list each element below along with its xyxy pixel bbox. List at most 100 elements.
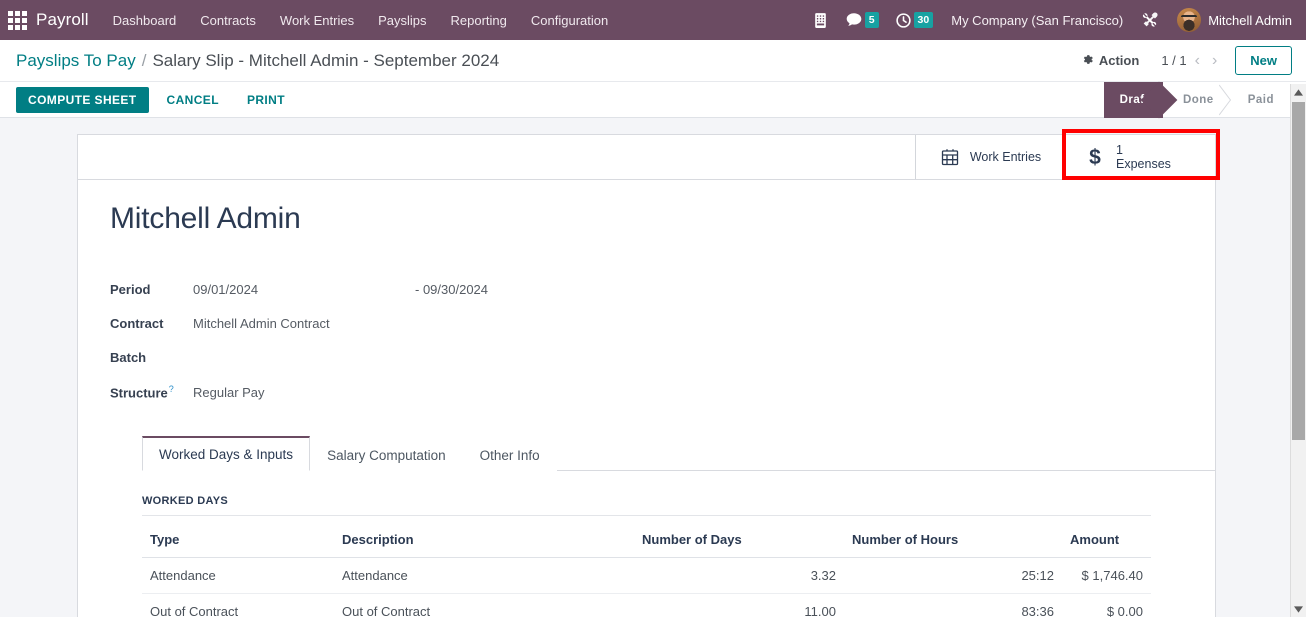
cell-amount: $ 0.00 [1062, 593, 1151, 617]
notebook: Worked Days & Inputs Salary Computation … [110, 436, 1215, 617]
messages-count-badge: 5 [864, 12, 879, 28]
cell-type: Attendance [142, 557, 334, 594]
user-avatar [1177, 8, 1202, 32]
cell-amount: $ 1,746.40 [1062, 557, 1151, 594]
column-header-number-of-days: Number of Days [634, 516, 844, 558]
worked-days-table-body: Attendance Attendance 3.32 25:12 $ 1,746… [142, 557, 1151, 617]
stage-draft[interactable]: Draft [1103, 81, 1163, 118]
top-navbar: Payroll Dashboard Contracts Work Entries… [0, 0, 1306, 40]
navbar-right-tools: 5 30 My Company (San Francisco) Mitchell… [805, 0, 1296, 40]
breadcrumb-current-record: Salary Slip - Mitchell Admin - September… [152, 50, 500, 70]
notebook-tabs: Worked Days & Inputs Salary Computation … [142, 436, 1215, 471]
tools-icon[interactable] [1134, 0, 1167, 40]
cell-number-of-hours: 83:36 [844, 593, 1062, 617]
field-batch-label: Batch [110, 350, 147, 365]
main-menu: Dashboard Contracts Work Entries Payslip… [101, 0, 621, 40]
chevron-right-icon[interactable]: › [1208, 52, 1221, 69]
scrollbar-thumb[interactable] [1292, 102, 1305, 440]
telephone-icon[interactable] [805, 0, 836, 40]
print-button[interactable]: Print [237, 87, 295, 113]
column-header-number-of-hours: Number of Hours [844, 516, 1062, 558]
stage-paid[interactable]: Paid [1228, 82, 1288, 118]
menu-item-work-entries[interactable]: Work Entries [268, 0, 366, 40]
cell-number-of-hours: 25:12 [844, 557, 1062, 594]
field-period-label: Period [110, 282, 151, 297]
compute-sheet-button[interactable]: Compute Sheet [16, 86, 149, 113]
new-record-button[interactable]: New [1235, 46, 1292, 75]
page-title: Mitchell Admin [110, 202, 301, 235]
smart-button-expenses-text: 1 Expenses [1116, 143, 1171, 172]
field-structure: Structure? Regular Pay [110, 384, 1183, 404]
smart-button-expenses[interactable]: $ 1 Expenses [1065, 135, 1215, 179]
sheet-wrapper: Work Entries $ 1 Expenses Mitchell Admin… [0, 118, 1290, 617]
menu-item-dashboard[interactable]: Dashboard [101, 0, 189, 40]
field-period-date-to[interactable]: - 09/30/2024 [415, 282, 488, 297]
tab-salary-computation[interactable]: Salary Computation [310, 438, 463, 471]
notebook-page-worked-days: Worked Days Type Description Number of D… [142, 471, 1183, 617]
user-menu[interactable]: Mitchell Admin [1169, 8, 1296, 32]
record-pager: 1 / 1 ‹ › [1161, 52, 1221, 69]
form-body: Mitchell Admin Period 09/01/2024 - 09/30… [78, 180, 1215, 617]
menu-item-configuration[interactable]: Configuration [519, 0, 620, 40]
activities-clock-icon[interactable]: 30 [888, 0, 941, 40]
statusbar-stages: Draft Done Paid [1103, 81, 1306, 118]
control-panel: Payslips To Pay / Salary Slip - Mitchell… [0, 40, 1306, 82]
form-content-area: Work Entries $ 1 Expenses Mitchell Admin… [0, 118, 1290, 617]
apps-grid-icon[interactable] [4, 7, 30, 33]
chevron-left-icon[interactable]: ‹ [1191, 52, 1204, 69]
field-contract-value[interactable]: Mitchell Admin Contract [193, 316, 330, 331]
scrollbar-up-arrow[interactable] [1291, 84, 1306, 100]
vertical-scrollbar[interactable] [1290, 84, 1306, 617]
messages-icon[interactable]: 5 [838, 0, 886, 40]
table-header-row: Type Description Number of Days Number o… [142, 516, 1151, 558]
dollar-icon: $ [1084, 145, 1106, 169]
action-label: Action [1098, 53, 1140, 68]
action-menu-button[interactable]: Action [1071, 49, 1149, 73]
worked-days-table-head: Type Description Number of Days Number o… [142, 516, 1151, 558]
section-title-worked-days: Worked Days [142, 495, 1151, 516]
calendar-icon [940, 147, 960, 167]
smart-button-expenses-count: 1 [1116, 142, 1123, 157]
cell-type: Out of Contract [142, 593, 334, 617]
gear-icon [1081, 53, 1094, 69]
field-period: Period 09/01/2024 - 09/30/2024 [110, 282, 1183, 302]
menu-item-reporting[interactable]: Reporting [439, 0, 519, 40]
form-sheet: Work Entries $ 1 Expenses Mitchell Admin… [77, 134, 1216, 617]
app-brand-payroll[interactable]: Payroll [36, 10, 89, 30]
stage-done[interactable]: Done [1163, 82, 1228, 118]
tab-worked-days-and-inputs[interactable]: Worked Days & Inputs [142, 436, 311, 471]
smart-button-work-entries-label: Work Entries [969, 149, 1042, 164]
smart-button-expenses-label: Expenses [1116, 157, 1171, 171]
cancel-button[interactable]: Cancel [157, 87, 229, 113]
field-period-date-from[interactable]: 09/01/2024 [193, 282, 415, 297]
svg-text:$: $ [1089, 146, 1101, 169]
field-structure-value[interactable]: Regular Pay [193, 385, 265, 400]
breadcrumb-parent-link[interactable]: Payslips To Pay [16, 51, 136, 71]
smart-button-bar: Work Entries $ 1 Expenses [78, 135, 1215, 180]
menu-item-payslips[interactable]: Payslips [366, 0, 438, 40]
company-switcher[interactable]: My Company (San Francisco) [942, 13, 1132, 28]
cell-description: Out of Contract [334, 593, 634, 617]
column-header-description: Description [334, 516, 634, 558]
table-row[interactable]: Attendance Attendance 3.32 25:12 $ 1,746… [142, 557, 1151, 594]
cell-number-of-days: 3.32 [634, 557, 844, 594]
activities-count-badge: 30 [913, 12, 934, 28]
status-bar: Compute Sheet Cancel Print Draft Done Pa… [0, 81, 1306, 118]
field-structure-label: Structure? [110, 384, 193, 400]
worked-days-table: Type Description Number of Days Number o… [142, 516, 1151, 617]
tab-other-info[interactable]: Other Info [462, 438, 557, 471]
breadcrumb: Payslips To Pay / Salary Slip - Mitchell… [16, 51, 499, 71]
smart-button-work-entries-text: Work Entries [970, 150, 1041, 164]
breadcrumb-separator: / [141, 50, 147, 70]
cell-description: Attendance [334, 557, 634, 594]
help-tooltip-icon[interactable]: ? [169, 384, 174, 394]
column-header-amount: Amount [1062, 516, 1151, 558]
user-name-label: Mitchell Admin [1208, 12, 1292, 28]
scrollbar-down-arrow[interactable] [1291, 601, 1306, 617]
menu-item-contracts[interactable]: Contracts [188, 0, 268, 40]
field-batch: Batch [110, 350, 1183, 370]
column-header-type: Type [142, 516, 334, 558]
smart-button-work-entries[interactable]: Work Entries [915, 135, 1065, 179]
cell-number-of-days: 11.00 [634, 593, 844, 617]
table-row[interactable]: Out of Contract Out of Contract 11.00 83… [142, 593, 1151, 617]
